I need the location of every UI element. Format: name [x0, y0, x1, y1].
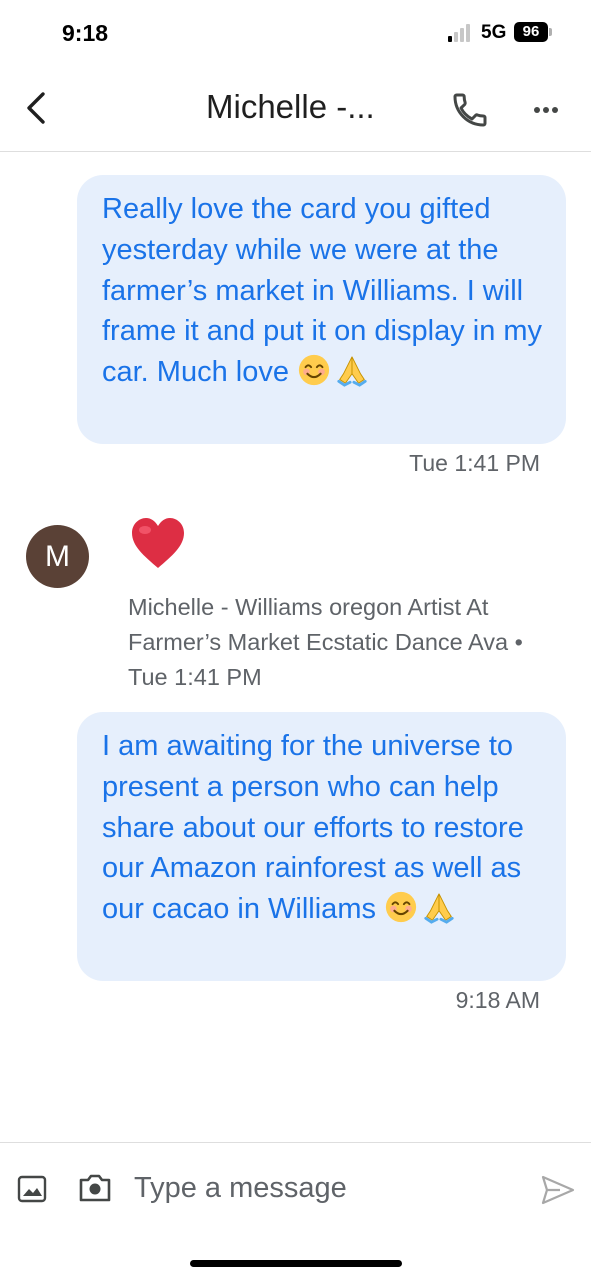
- status-time: 9:18: [62, 20, 109, 46]
- camera-button[interactable]: [77, 1171, 113, 1205]
- home-indicator[interactable]: [190, 1260, 402, 1267]
- outgoing-message-bubble[interactable]: Really love the card you gifted yesterda…: [77, 175, 566, 444]
- status-bar: 9:18 5G 96: [0, 0, 591, 66]
- message-text: I am awaiting for the universe to presen…: [102, 730, 524, 926]
- gallery-button[interactable]: [16, 1173, 48, 1205]
- outgoing-message-bubble[interactable]: I am awaiting for the universe to presen…: [77, 712, 566, 981]
- message-timestamp: 9:18 AM: [455, 987, 540, 1013]
- message-composer: [0, 1142, 591, 1232]
- conversation-screen: 9:18 5G 96 Michelle -... Really love the…: [0, 0, 591, 1280]
- cellular-signal-icon: [448, 24, 474, 42]
- message-input[interactable]: [134, 1165, 514, 1211]
- conversation-header: Michelle -...: [0, 66, 591, 152]
- message-timestamp: Tue 1:41 PM: [409, 450, 540, 476]
- more-horizontal-icon: [534, 107, 558, 113]
- battery-icon: 96: [514, 22, 548, 42]
- red-heart-emoji-icon[interactable]: [130, 516, 186, 570]
- folded-hands-emoji-icon: [337, 356, 367, 387]
- contact-name-title[interactable]: Michelle -...: [206, 88, 375, 126]
- chevron-left-icon: [27, 92, 45, 124]
- camera-icon: [79, 1174, 111, 1202]
- more-options-button[interactable]: [526, 90, 566, 130]
- image-icon: [17, 1175, 47, 1203]
- call-button[interactable]: [450, 90, 490, 130]
- phone-icon: [453, 93, 487, 127]
- sender-info: Michelle - Williams oregon Artist At Far…: [128, 590, 568, 695]
- send-button[interactable]: [540, 1173, 576, 1207]
- avatar[interactable]: M: [26, 525, 89, 588]
- smiling-face-emoji-icon: [385, 892, 417, 923]
- back-button[interactable]: [16, 88, 56, 128]
- folded-hands-emoji-icon: [424, 893, 454, 924]
- battery-tip: [549, 28, 552, 36]
- meta-separator: •: [514, 629, 523, 655]
- send-icon: [541, 1175, 575, 1205]
- sender-name: Michelle - Williams oregon Artist At Far…: [128, 594, 509, 655]
- message-timestamp: Tue 1:41 PM: [128, 664, 262, 690]
- smiling-face-emoji-icon: [298, 355, 330, 386]
- network-type: 5G: [481, 22, 507, 43]
